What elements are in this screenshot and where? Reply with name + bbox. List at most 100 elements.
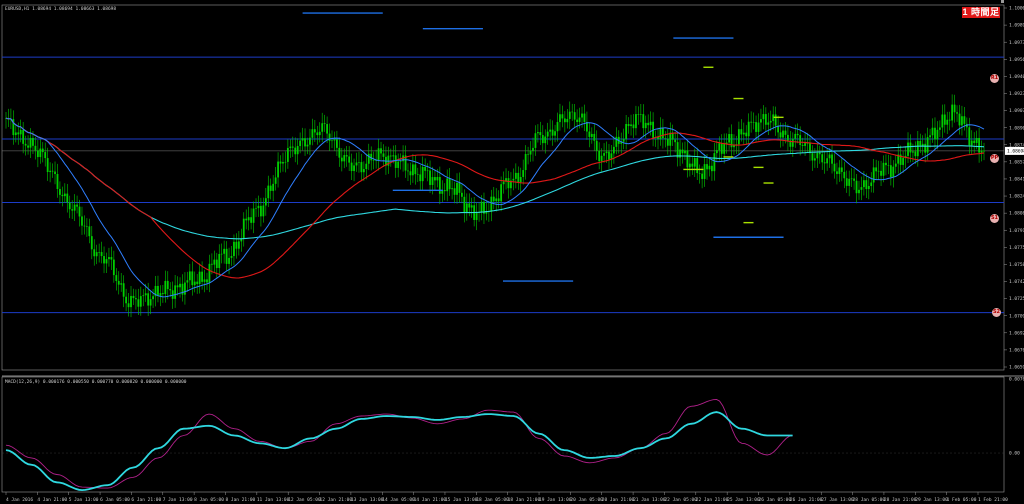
candle: [963, 116, 966, 124]
candle: [41, 148, 44, 153]
candle: [764, 114, 767, 125]
candle: [394, 155, 397, 168]
candle: [120, 283, 123, 285]
candle: [836, 171, 838, 174]
candle: [794, 133, 797, 139]
candle: [306, 144, 309, 147]
candle: [56, 174, 59, 189]
candle: [845, 178, 848, 186]
time-tick-label: 7 Jan 13:00: [163, 497, 193, 503]
candle: [59, 188, 61, 195]
candle: [264, 198, 267, 206]
candle: [176, 285, 179, 288]
candle: [720, 143, 723, 154]
candle: [152, 296, 154, 300]
candle: [161, 293, 164, 295]
price-tick-label: 1.07587: [1009, 262, 1024, 268]
candle: [522, 170, 525, 177]
time-tick-label: 6 Jan 05:00: [100, 497, 130, 503]
candle: [961, 116, 963, 126]
candle: [196, 281, 199, 285]
candle: [242, 218, 245, 239]
candle: [529, 150, 532, 155]
candle: [502, 181, 505, 185]
candle: [784, 130, 787, 135]
candle: [882, 162, 885, 176]
candle: [718, 143, 721, 151]
candle: [973, 140, 976, 143]
candle: [943, 114, 946, 125]
candle: [446, 178, 449, 192]
candle: [983, 150, 985, 152]
candle: [674, 139, 677, 143]
candle: [637, 114, 640, 115]
candle: [875, 167, 878, 172]
price-tick-label: 1.06927: [1009, 330, 1024, 336]
candle: [416, 174, 419, 175]
candle: [598, 150, 601, 162]
price-chart[interactable]: EURUSD,H1 1.08694 1.08694 1.08663 1.0869…: [0, 0, 1024, 504]
candle: [22, 129, 25, 144]
candle: [409, 171, 412, 176]
candle: [193, 281, 196, 286]
candle: [208, 263, 211, 283]
candle: [745, 132, 748, 137]
candle: [635, 114, 637, 129]
candle: [571, 111, 574, 113]
candle: [813, 158, 816, 161]
candle: [465, 203, 468, 213]
candle: [924, 143, 927, 153]
candle: [507, 178, 510, 189]
time-tick-label: 20 Jan 05:00: [570, 497, 603, 503]
candle: [137, 299, 140, 307]
candle: [83, 225, 86, 227]
scroll-marker: [1001, 0, 1004, 3]
candle: [27, 145, 29, 148]
candle: [561, 114, 564, 119]
candle: [414, 164, 417, 175]
candle: [301, 138, 304, 141]
candle: [51, 170, 54, 172]
candle: [578, 117, 581, 122]
candle: [662, 127, 664, 139]
candle: [958, 113, 961, 126]
candle: [524, 153, 527, 171]
candle: [456, 182, 458, 195]
candles-group: [5, 94, 985, 318]
candle: [858, 189, 860, 194]
candle: [536, 132, 539, 134]
candle: [333, 139, 336, 141]
candle: [747, 121, 750, 137]
candle: [929, 135, 931, 138]
candle: [605, 151, 608, 154]
candle: [362, 169, 365, 173]
candle: [127, 303, 130, 308]
time-tick-label: 4 Jan 2016: [6, 497, 33, 503]
candle: [693, 158, 696, 167]
timeframe-badge: 1 時間足: [962, 7, 1000, 18]
candle: [703, 164, 706, 179]
candle: [872, 167, 875, 183]
price-tick-label: 1.09237: [1009, 91, 1024, 97]
candle: [921, 143, 924, 146]
candle: [659, 127, 662, 140]
candle: [164, 280, 167, 295]
candle: [848, 178, 851, 186]
candle: [88, 226, 91, 237]
time-tick-label: 18 Jan 05:00: [476, 497, 509, 503]
time-tick-label: 11 Jan 13:00: [257, 497, 290, 503]
candle: [340, 157, 343, 162]
price-panel-frame: [1, 4, 1005, 371]
candle: [201, 271, 203, 282]
candle: [549, 129, 552, 132]
candle: [760, 119, 762, 123]
candle: [642, 114, 645, 129]
candle: [343, 155, 346, 162]
candle: [698, 173, 701, 174]
candle: [286, 147, 289, 162]
candle: [519, 176, 522, 183]
candle: [147, 293, 150, 306]
candle: [269, 185, 272, 191]
candle: [191, 271, 194, 286]
time-tick-label: 22 Jan 21:00: [696, 497, 729, 503]
